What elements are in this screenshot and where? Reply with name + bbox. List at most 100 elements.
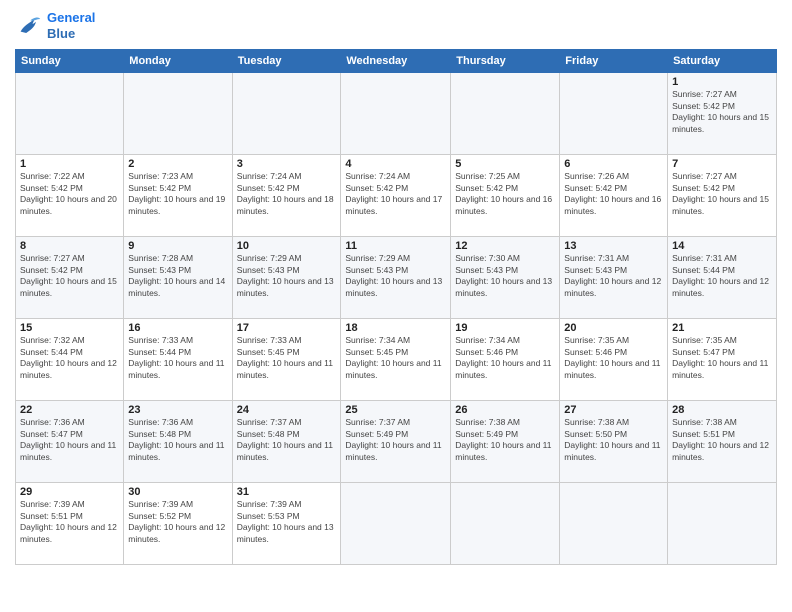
calendar-cell: 23 Sunrise: 7:36 AM Sunset: 5:48 PM Dayl… (124, 401, 232, 483)
calendar-cell: 1 Sunrise: 7:22 AM Sunset: 5:42 PM Dayli… (16, 155, 124, 237)
day-info: Sunrise: 7:33 AM Sunset: 5:45 PM Dayligh… (237, 335, 337, 381)
day-number: 26 (455, 404, 555, 416)
calendar-cell: 31 Sunrise: 7:39 AM Sunset: 5:53 PM Dayl… (232, 483, 341, 565)
day-number: 2 (128, 158, 227, 170)
calendar-cell: 6 Sunrise: 7:26 AM Sunset: 5:42 PM Dayli… (560, 155, 668, 237)
day-number: 30 (128, 486, 227, 498)
day-number: 25 (345, 404, 446, 416)
calendar-cell: 10 Sunrise: 7:29 AM Sunset: 5:43 PM Dayl… (232, 237, 341, 319)
calendar-cell: 22 Sunrise: 7:36 AM Sunset: 5:47 PM Dayl… (16, 401, 124, 483)
day-info: Sunrise: 7:32 AM Sunset: 5:44 PM Dayligh… (20, 335, 119, 381)
calendar-cell (451, 483, 560, 565)
day-info: Sunrise: 7:26 AM Sunset: 5:42 PM Dayligh… (564, 171, 663, 217)
day-info: Sunrise: 7:35 AM Sunset: 5:46 PM Dayligh… (564, 335, 663, 381)
calendar-body: 1 Sunrise: 7:27 AM Sunset: 5:42 PM Dayli… (16, 73, 777, 565)
day-number: 31 (237, 486, 337, 498)
day-number: 1 (672, 76, 772, 88)
day-header-sunday: Sunday (16, 50, 124, 73)
calendar-cell (341, 483, 451, 565)
calendar-page: General Blue SundayMondayTuesdayWednesda… (0, 0, 792, 612)
day-number: 22 (20, 404, 119, 416)
day-number: 17 (237, 322, 337, 334)
day-info: Sunrise: 7:22 AM Sunset: 5:42 PM Dayligh… (20, 171, 119, 217)
day-info: Sunrise: 7:38 AM Sunset: 5:49 PM Dayligh… (455, 417, 555, 463)
calendar-cell (124, 73, 232, 155)
calendar-cell: 28 Sunrise: 7:38 AM Sunset: 5:51 PM Dayl… (668, 401, 777, 483)
day-info: Sunrise: 7:34 AM Sunset: 5:45 PM Dayligh… (345, 335, 446, 381)
calendar-week-2: 1 Sunrise: 7:22 AM Sunset: 5:42 PM Dayli… (16, 155, 777, 237)
day-info: Sunrise: 7:27 AM Sunset: 5:42 PM Dayligh… (20, 253, 119, 299)
day-number: 11 (345, 240, 446, 252)
day-number: 20 (564, 322, 663, 334)
calendar-cell: 12 Sunrise: 7:30 AM Sunset: 5:43 PM Dayl… (451, 237, 560, 319)
day-number: 7 (672, 158, 772, 170)
day-number: 24 (237, 404, 337, 416)
day-info: Sunrise: 7:38 AM Sunset: 5:50 PM Dayligh… (564, 417, 663, 463)
day-info: Sunrise: 7:23 AM Sunset: 5:42 PM Dayligh… (128, 171, 227, 217)
calendar-cell: 9 Sunrise: 7:28 AM Sunset: 5:43 PM Dayli… (124, 237, 232, 319)
day-number: 9 (128, 240, 227, 252)
day-info: Sunrise: 7:36 AM Sunset: 5:48 PM Dayligh… (128, 417, 227, 463)
calendar-cell: 30 Sunrise: 7:39 AM Sunset: 5:52 PM Dayl… (124, 483, 232, 565)
calendar-cell: 26 Sunrise: 7:38 AM Sunset: 5:49 PM Dayl… (451, 401, 560, 483)
calendar-cell: 2 Sunrise: 7:23 AM Sunset: 5:42 PM Dayli… (124, 155, 232, 237)
day-info: Sunrise: 7:29 AM Sunset: 5:43 PM Dayligh… (345, 253, 446, 299)
day-number: 6 (564, 158, 663, 170)
day-number: 27 (564, 404, 663, 416)
calendar-cell: 3 Sunrise: 7:24 AM Sunset: 5:42 PM Dayli… (232, 155, 341, 237)
calendar-week-5: 22 Sunrise: 7:36 AM Sunset: 5:47 PM Dayl… (16, 401, 777, 483)
day-info: Sunrise: 7:25 AM Sunset: 5:42 PM Dayligh… (455, 171, 555, 217)
logo-icon (15, 12, 43, 40)
day-info: Sunrise: 7:24 AM Sunset: 5:42 PM Dayligh… (237, 171, 337, 217)
day-header-thursday: Thursday (451, 50, 560, 73)
day-info: Sunrise: 7:27 AM Sunset: 5:42 PM Dayligh… (672, 171, 772, 217)
day-info: Sunrise: 7:28 AM Sunset: 5:43 PM Dayligh… (128, 253, 227, 299)
calendar-cell: 25 Sunrise: 7:37 AM Sunset: 5:49 PM Dayl… (341, 401, 451, 483)
day-number: 18 (345, 322, 446, 334)
day-number: 29 (20, 486, 119, 498)
day-header-saturday: Saturday (668, 50, 777, 73)
day-header-tuesday: Tuesday (232, 50, 341, 73)
calendar-header-row: SundayMondayTuesdayWednesdayThursdayFrid… (16, 50, 777, 73)
day-info: Sunrise: 7:30 AM Sunset: 5:43 PM Dayligh… (455, 253, 555, 299)
calendar-cell (16, 73, 124, 155)
day-number: 12 (455, 240, 555, 252)
calendar-cell: 7 Sunrise: 7:27 AM Sunset: 5:42 PM Dayli… (668, 155, 777, 237)
day-info: Sunrise: 7:39 AM Sunset: 5:52 PM Dayligh… (128, 499, 227, 545)
day-info: Sunrise: 7:31 AM Sunset: 5:43 PM Dayligh… (564, 253, 663, 299)
day-number: 15 (20, 322, 119, 334)
calendar-cell: 8 Sunrise: 7:27 AM Sunset: 5:42 PM Dayli… (16, 237, 124, 319)
day-info: Sunrise: 7:35 AM Sunset: 5:47 PM Dayligh… (672, 335, 772, 381)
day-header-monday: Monday (124, 50, 232, 73)
calendar-cell (668, 483, 777, 565)
calendar-cell: 14 Sunrise: 7:31 AM Sunset: 5:44 PM Dayl… (668, 237, 777, 319)
day-info: Sunrise: 7:33 AM Sunset: 5:44 PM Dayligh… (128, 335, 227, 381)
page-header: General Blue (15, 10, 777, 41)
day-number: 21 (672, 322, 772, 334)
day-number: 19 (455, 322, 555, 334)
calendar-cell: 15 Sunrise: 7:32 AM Sunset: 5:44 PM Dayl… (16, 319, 124, 401)
calendar-cell (232, 73, 341, 155)
calendar-cell: 4 Sunrise: 7:24 AM Sunset: 5:42 PM Dayli… (341, 155, 451, 237)
day-info: Sunrise: 7:29 AM Sunset: 5:43 PM Dayligh… (237, 253, 337, 299)
calendar-cell: 19 Sunrise: 7:34 AM Sunset: 5:46 PM Dayl… (451, 319, 560, 401)
calendar-cell: 11 Sunrise: 7:29 AM Sunset: 5:43 PM Dayl… (341, 237, 451, 319)
day-number: 10 (237, 240, 337, 252)
day-number: 5 (455, 158, 555, 170)
calendar-cell: 1 Sunrise: 7:27 AM Sunset: 5:42 PM Dayli… (668, 73, 777, 155)
calendar-cell: 24 Sunrise: 7:37 AM Sunset: 5:48 PM Dayl… (232, 401, 341, 483)
calendar-week-6: 29 Sunrise: 7:39 AM Sunset: 5:51 PM Dayl… (16, 483, 777, 565)
day-header-friday: Friday (560, 50, 668, 73)
calendar-week-4: 15 Sunrise: 7:32 AM Sunset: 5:44 PM Dayl… (16, 319, 777, 401)
calendar-week-3: 8 Sunrise: 7:27 AM Sunset: 5:42 PM Dayli… (16, 237, 777, 319)
day-info: Sunrise: 7:24 AM Sunset: 5:42 PM Dayligh… (345, 171, 446, 217)
day-info: Sunrise: 7:39 AM Sunset: 5:53 PM Dayligh… (237, 499, 337, 545)
day-info: Sunrise: 7:38 AM Sunset: 5:51 PM Dayligh… (672, 417, 772, 463)
logo: General Blue (15, 10, 95, 41)
day-number: 3 (237, 158, 337, 170)
day-info: Sunrise: 7:34 AM Sunset: 5:46 PM Dayligh… (455, 335, 555, 381)
calendar-cell (451, 73, 560, 155)
day-number: 4 (345, 158, 446, 170)
day-number: 28 (672, 404, 772, 416)
calendar-week-1: 1 Sunrise: 7:27 AM Sunset: 5:42 PM Dayli… (16, 73, 777, 155)
